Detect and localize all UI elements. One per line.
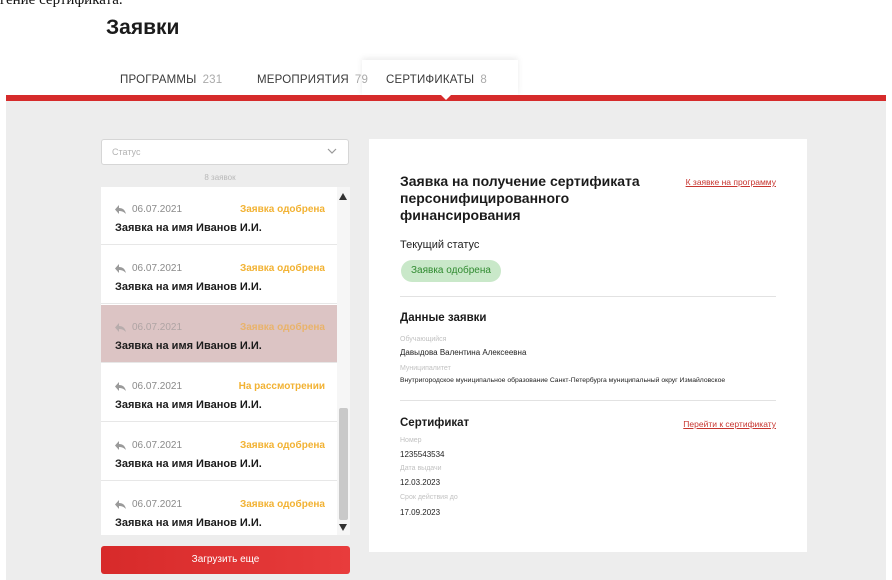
chevron-down-icon — [327, 148, 337, 154]
item-name: Заявка на имя Иванов И.И. — [115, 517, 262, 529]
reply-arrow-icon — [115, 441, 126, 450]
applications-count: 8 заявок — [204, 173, 236, 182]
tab-count: 231 — [202, 74, 223, 86]
list-item-selected[interactable]: 06.07.2021 Заявка одобрена Заявка на имя… — [101, 305, 337, 363]
certificate-title: Сертификат — [400, 417, 470, 429]
tab-programs[interactable]: ПРОГРАММЫ 231 — [120, 74, 222, 86]
active-tab-pointer — [440, 94, 452, 100]
tab-label: МЕРОПРИЯТИЯ — [257, 74, 349, 86]
detail-title: Заявка на получение сертификата персониф… — [400, 173, 640, 223]
list-item[interactable]: 06.07.2021 Заявка одобрена Заявка на имя… — [101, 246, 337, 304]
program-application-link[interactable]: К заявке на программу — [686, 177, 776, 187]
item-date: 06.07.2021 — [132, 440, 183, 451]
issue-date: 12.03.2023 — [400, 478, 441, 487]
page-title: Заявки — [106, 16, 180, 39]
tab-label: ПРОГРАММЫ — [120, 74, 197, 86]
list-item[interactable]: 06.07.2021 Заявка одобрена Заявка на имя… — [101, 482, 337, 540]
issue-date-label: Дата выдачи — [400, 465, 442, 472]
item-status: Заявка одобрена — [239, 322, 325, 333]
load-more-button[interactable]: Загрузить еще — [101, 546, 350, 574]
item-date: 06.07.2021 — [132, 204, 183, 215]
tab-certificates[interactable]: СЕРТИФИКАТЫ 8 — [386, 74, 487, 86]
status-badge: Заявка одобрена — [401, 260, 501, 282]
item-status: Заявка одобрена — [239, 204, 325, 215]
tab-count: 8 — [480, 74, 487, 86]
valid-until: 17.09.2023 — [400, 508, 441, 517]
item-status: Заявка одобрена — [239, 263, 325, 274]
reply-arrow-icon — [115, 264, 126, 273]
divider — [400, 296, 776, 297]
status-filter-placeholder: Статус — [112, 147, 141, 157]
current-status-label: Текущий статус — [400, 239, 480, 251]
tab-label: СЕРТИФИКАТЫ — [386, 74, 475, 86]
item-name: Заявка на имя Иванов И.И. — [115, 458, 262, 470]
application-detail-panel: Заявка на получение сертификата персониф… — [369, 139, 807, 552]
certificate-number: 1235543534 — [400, 450, 445, 459]
valid-until-label: Срок действия до — [400, 494, 458, 501]
go-to-certificate-link[interactable]: Перейти к сертификату — [683, 419, 776, 429]
applications-list: 06.07.2021 Заявка одобрена Заявка на имя… — [101, 187, 337, 535]
item-name: Заявка на имя Иванов И.И. — [115, 222, 262, 234]
municipality-label: Муниципалитет — [400, 365, 451, 372]
item-date: 06.07.2021 — [132, 381, 183, 392]
item-name: Заявка на имя Иванов И.И. — [115, 281, 262, 293]
item-date: 06.07.2021 — [132, 263, 183, 274]
scrollbar-thumb[interactable] — [339, 408, 348, 520]
tab-count: 79 — [354, 74, 369, 86]
student-value: Давыдова Валентина Алексеевна — [400, 348, 527, 357]
reply-arrow-icon — [115, 205, 126, 214]
tab-events[interactable]: МЕРОПРИЯТИЯ 79 — [257, 74, 368, 86]
municipality-value: Внутригородское муниципальное образовани… — [400, 377, 726, 384]
item-name: Заявка на имя Иванов И.И. — [115, 340, 262, 352]
list-item[interactable]: 06.07.2021 Заявка одобрена Заявка на имя… — [101, 187, 337, 245]
item-status: Заявка одобрена — [239, 499, 325, 510]
item-status: Заявка одобрена — [239, 440, 325, 451]
reply-arrow-icon — [115, 500, 126, 509]
list-item[interactable]: 06.07.2021 Заявка одобрена Заявка на имя… — [101, 423, 337, 481]
truncated-header-text: гение сертификата. — [0, 0, 123, 8]
item-date: 06.07.2021 — [132, 499, 183, 510]
student-label: Обучающийся — [400, 336, 447, 343]
divider — [400, 400, 776, 401]
item-status: На рассмотрении — [238, 381, 325, 392]
item-date: 06.07.2021 — [132, 322, 183, 333]
scroll-up-arrow-icon[interactable] — [339, 193, 347, 200]
page: гение сертификата. Заявки ПРОГРАММЫ 231 М… — [0, 0, 892, 580]
reply-arrow-icon — [115, 323, 126, 332]
certificate-number-label: Номер — [400, 437, 422, 444]
application-data-title: Данные заявки — [400, 312, 487, 324]
status-filter-select[interactable]: Статус — [101, 139, 349, 165]
list-item[interactable]: 06.07.2021 На рассмотрении Заявка на имя… — [101, 364, 337, 422]
item-name: Заявка на имя Иванов И.И. — [115, 399, 262, 411]
reply-arrow-icon — [115, 382, 126, 391]
scroll-down-arrow-icon[interactable] — [339, 524, 347, 531]
